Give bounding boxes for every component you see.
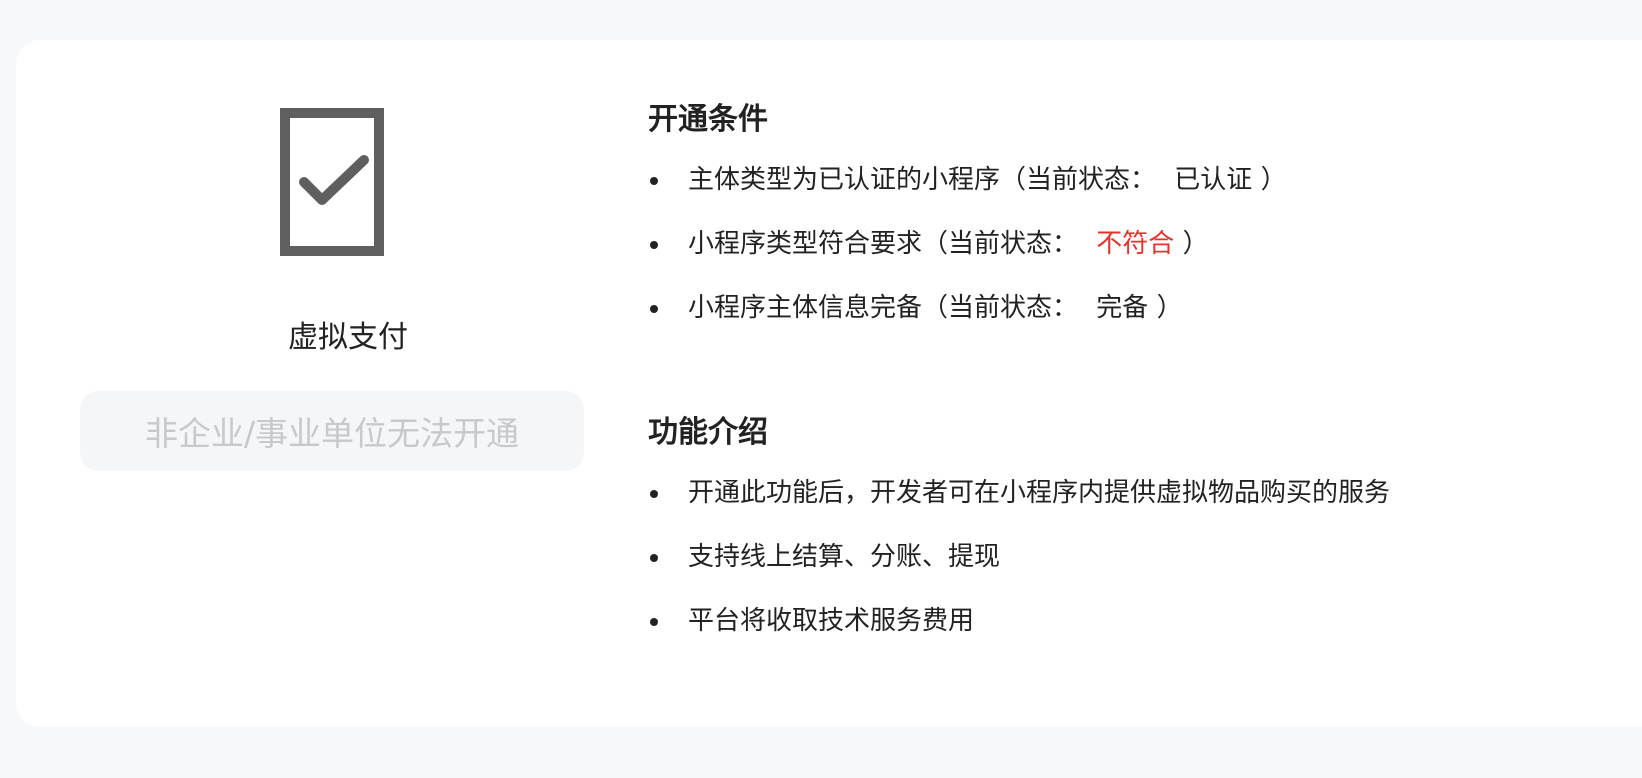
feature-summary: 虚拟支付 非企业/事业单位无法开通 [16, 40, 616, 727]
intro-list: 开通此功能后，开发者可在小程序内提供虚拟物品购买的服务 支持线上结算、分账、提现… [648, 461, 1390, 653]
condition-status: 完备 [1096, 293, 1149, 323]
intro-title: 功能介绍 [648, 415, 768, 450]
checkbox-document-icon [280, 108, 384, 256]
feature-details: 开通条件 主体类型为已认证的小程序（当前状态： 已认证 ） 小程序类型符合要求（… [648, 40, 1642, 727]
bullet-icon [650, 490, 658, 498]
bullet-icon [650, 177, 658, 185]
bullet-icon [650, 618, 658, 626]
intro-item: 开通此功能后，开发者可在小程序内提供虚拟物品购买的服务 [648, 461, 1390, 525]
condition-text: 小程序主体信息完备（当前状态： [688, 293, 1079, 323]
condition-suffix: ） [1156, 293, 1183, 323]
condition-status: 不符合 [1096, 229, 1175, 259]
conditions-list: 主体类型为已认证的小程序（当前状态： 已认证 ） 小程序类型符合要求（当前状态：… [648, 148, 1287, 340]
bullet-icon [650, 554, 658, 562]
condition-suffix: ） [1260, 165, 1287, 195]
activate-button[interactable]: 非企业/事业单位无法开通 [80, 391, 584, 471]
bullet-icon [650, 241, 658, 249]
intro-item: 支持线上结算、分账、提现 [648, 525, 1390, 589]
condition-suffix: ） [1182, 229, 1209, 259]
feature-card: 虚拟支付 非企业/事业单位无法开通 开通条件 主体类型为已认证的小程序（当前状态… [16, 40, 1642, 727]
condition-item: 主体类型为已认证的小程序（当前状态： 已认证 ） [648, 148, 1287, 212]
intro-item: 平台将收取技术服务费用 [648, 589, 1390, 653]
intro-text: 平台将收取技术服务费用 [688, 606, 975, 636]
intro-text: 开通此功能后，开发者可在小程序内提供虚拟物品购买的服务 [688, 478, 1391, 508]
condition-item: 小程序类型符合要求（当前状态： 不符合 ） [648, 212, 1287, 276]
condition-item: 小程序主体信息完备（当前状态： 完备 ） [648, 276, 1287, 340]
conditions-title: 开通条件 [648, 102, 768, 137]
condition-text: 主体类型为已认证的小程序（当前状态： [688, 165, 1157, 195]
bullet-icon [650, 305, 658, 313]
intro-text: 支持线上结算、分账、提现 [688, 542, 1001, 572]
condition-text: 小程序类型符合要求（当前状态： [688, 229, 1079, 259]
condition-status: 已认证 [1174, 165, 1253, 195]
feature-title: 虚拟支付 [288, 320, 408, 355]
